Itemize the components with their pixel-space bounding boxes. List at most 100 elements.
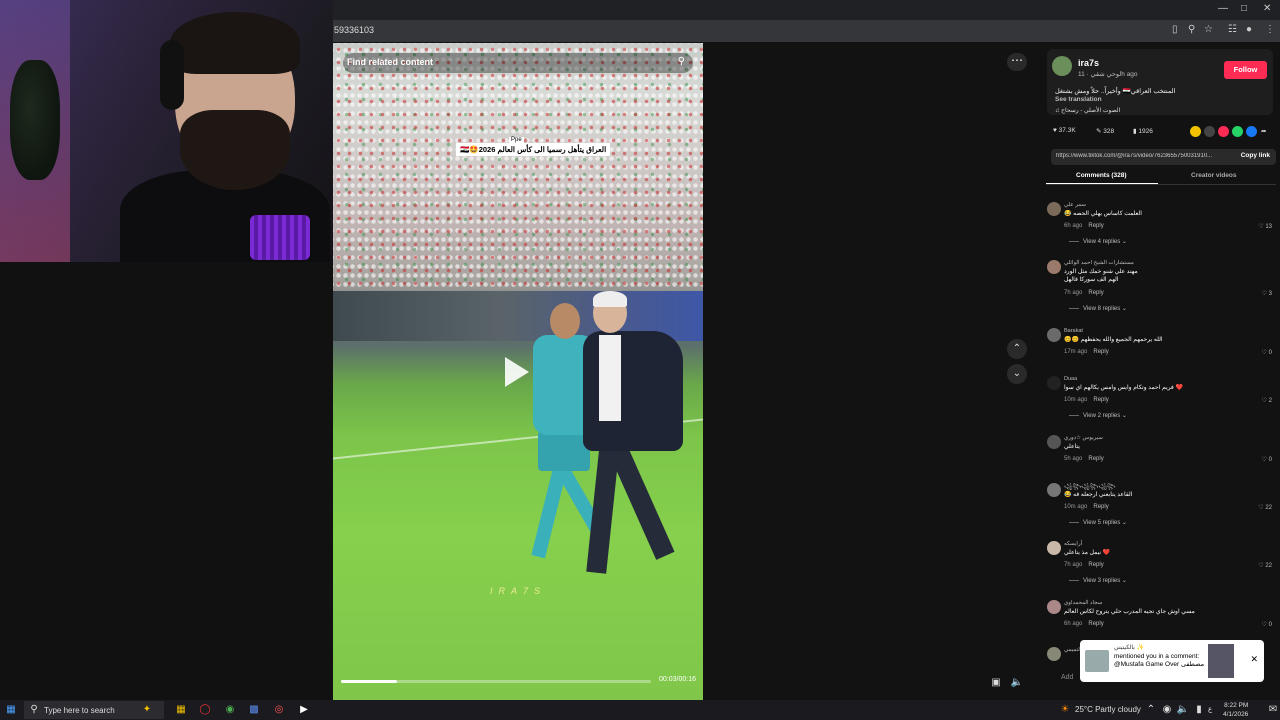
comment-avatar[interactable] xyxy=(1047,260,1061,274)
reply-button[interactable]: Reply xyxy=(1088,562,1103,568)
music-label[interactable]: ♫ الصوت الأصلي - رسحاح xyxy=(1055,107,1120,114)
bookmark-star-icon[interactable]: ☆ xyxy=(1204,24,1213,35)
weather-text[interactable]: 25°C Partly cloudy xyxy=(1075,705,1141,714)
comment-like[interactable]: ♡ 0 xyxy=(1262,456,1272,463)
comment-avatar[interactable] xyxy=(1047,647,1061,661)
follow-button[interactable]: Follow xyxy=(1224,61,1267,79)
reply-button[interactable]: Reply xyxy=(1088,290,1103,296)
file-explorer-icon[interactable]: ▦ xyxy=(174,703,188,717)
media-player-icon[interactable]: ▶ xyxy=(297,703,311,717)
comment-author[interactable]: Duaa xyxy=(1064,376,1077,382)
view-replies-button[interactable]: View 3 replies ⌄ xyxy=(1069,577,1127,584)
reply-button[interactable]: Reply xyxy=(1093,504,1108,510)
video-progress-fill xyxy=(341,680,397,683)
code-icon[interactable] xyxy=(1204,126,1215,137)
menu-dots-icon[interactable]: ⋮ xyxy=(1265,24,1275,35)
profile-icon[interactable]: ● xyxy=(1246,24,1252,35)
comment-avatar[interactable] xyxy=(1047,483,1061,497)
comment-avatar[interactable] xyxy=(1047,376,1061,390)
view-replies-button[interactable]: View 8 replies ⌄ xyxy=(1069,305,1127,312)
comment-author[interactable]: سجاد المحمداوي xyxy=(1064,600,1102,606)
comment-avatar[interactable] xyxy=(1047,435,1061,449)
comment-author[interactable]: Barakat xyxy=(1064,328,1083,334)
comment-like[interactable]: ♡ 0 xyxy=(1262,349,1272,356)
extensions-icon[interactable]: ☷ xyxy=(1228,24,1237,35)
network-icon[interactable]: ◉ xyxy=(1160,703,1174,717)
minimize-icon[interactable]: — xyxy=(1218,3,1228,14)
more-options-button[interactable]: ⋯ xyxy=(1007,53,1027,71)
comment-like[interactable]: ♡ 22 xyxy=(1258,504,1272,511)
tab-comments[interactable]: Comments (328) xyxy=(1076,172,1127,179)
author-avatar[interactable] xyxy=(1052,56,1072,76)
reply-button[interactable]: Reply xyxy=(1093,349,1108,355)
notifications-icon[interactable]: ✉ xyxy=(1266,703,1280,717)
app-icon[interactable]: ▩ xyxy=(247,703,261,717)
taskbar-clock[interactable]: 8:22 PM 4/1/2026 xyxy=(1223,701,1248,719)
opera-icon[interactable]: ◯ xyxy=(198,703,212,717)
comment-like[interactable]: ♡ 13 xyxy=(1258,223,1272,230)
zoom-icon[interactable]: ⚲ xyxy=(1188,24,1195,35)
battery-icon[interactable]: ▮ xyxy=(1192,703,1206,717)
view-replies-button[interactable]: View 4 replies ⌄ xyxy=(1069,238,1127,245)
tray-expand-icon[interactable]: ⌃ xyxy=(1144,703,1158,717)
view-replies-button[interactable]: View 2 replies ⌄ xyxy=(1069,412,1127,419)
search-icon[interactable]: ⚲ xyxy=(678,56,685,67)
copy-link-button[interactable]: Copy link xyxy=(1241,152,1270,159)
comment-age: 6h ago xyxy=(1064,223,1083,229)
install-icon[interactable]: ▯ xyxy=(1172,24,1178,35)
tab-creator-videos[interactable]: Creator videos xyxy=(1191,172,1237,179)
facebook-icon[interactable] xyxy=(1246,126,1257,137)
author-handle-date: لوحي شقي · 11h ago xyxy=(1078,71,1138,78)
previous-video-button[interactable]: ⌃ xyxy=(1007,339,1027,359)
video-progress-bar[interactable] xyxy=(341,680,651,683)
url-text[interactable]: 59336103 xyxy=(334,25,374,35)
likes-stat[interactable]: ♥ 37.3K xyxy=(1053,127,1076,134)
comment-like[interactable]: ♡ 2 xyxy=(1262,397,1272,404)
chrome-icon[interactable]: ◉ xyxy=(223,703,237,717)
maximize-icon[interactable]: □ xyxy=(1241,3,1247,14)
reply-button[interactable]: Reply xyxy=(1088,223,1103,229)
close-notification-icon[interactable]: ✕ xyxy=(1250,654,1258,665)
comment-author[interactable]: سيريوس ☆دوري xyxy=(1064,435,1103,441)
volume-icon[interactable]: 🔈 xyxy=(1010,676,1024,690)
webcam-microphone xyxy=(250,215,310,260)
comment-like[interactable]: ♡ 0 xyxy=(1262,621,1272,628)
comment-author[interactable]: مستشارات الشيخ احمد الوائلي xyxy=(1064,260,1134,266)
windows-start-icon[interactable]: ▦ xyxy=(4,703,18,717)
comment-avatar[interactable] xyxy=(1047,541,1061,555)
add-comment-input[interactable]: Add xyxy=(1061,674,1073,681)
view-replies-button[interactable]: View 5 replies ⌄ xyxy=(1069,519,1127,526)
video-player[interactable]: Find related content ⚲ Ppe العراق يتأهل … xyxy=(333,43,703,700)
saves-stat[interactable]: ▮ 1926 xyxy=(1133,127,1153,135)
pip-icon[interactable]: ▣ xyxy=(989,676,1003,690)
copilot-icon[interactable]: ✦ xyxy=(140,703,154,717)
share-link-box[interactable]: https://www.tiktok.com/@ira7s/video/7623… xyxy=(1051,149,1276,165)
reply-button[interactable]: Reply xyxy=(1088,621,1103,627)
language-indicator[interactable]: ع xyxy=(1208,705,1212,713)
comment-like[interactable]: ♡ 22 xyxy=(1258,562,1272,569)
reply-button[interactable]: Reply xyxy=(1088,456,1103,462)
mention-notification[interactable]: بالكيتيتي ✨ mentioned you in a comment: … xyxy=(1080,640,1264,682)
comment-author[interactable]: سمر علي xyxy=(1064,202,1086,208)
comment-avatar[interactable] xyxy=(1047,202,1061,216)
reply-button[interactable]: Reply xyxy=(1093,397,1108,403)
comment-avatar[interactable] xyxy=(1047,600,1061,614)
whatsapp-icon[interactable] xyxy=(1232,126,1243,137)
embed-icon[interactable] xyxy=(1190,126,1201,137)
obs-icon[interactable]: ◎ xyxy=(272,703,286,717)
close-window-icon[interactable]: ✕ xyxy=(1263,3,1271,14)
player-side-area xyxy=(703,43,1043,700)
play-icon[interactable] xyxy=(505,357,529,387)
see-translation-link[interactable]: See translation xyxy=(1055,96,1102,103)
share-arrow-icon[interactable]: ➦ xyxy=(1261,127,1266,135)
comment-author[interactable]: التميمي xyxy=(1064,647,1081,653)
find-related-search[interactable]: Find related content ⚲ xyxy=(343,53,693,73)
tiktok-share-icon[interactable] xyxy=(1218,126,1229,137)
next-video-button[interactable]: ⌄ xyxy=(1007,364,1027,384)
author-name[interactable]: ira7s xyxy=(1078,58,1099,68)
comments-stat[interactable]: ✎ 328 xyxy=(1096,127,1114,135)
comment-like[interactable]: ♡ 3 xyxy=(1262,290,1272,297)
volume-tray-icon[interactable]: 🔈 xyxy=(1176,703,1190,717)
comment-avatar[interactable] xyxy=(1047,328,1061,342)
comment-author[interactable]: أرايسكه xyxy=(1064,541,1082,547)
